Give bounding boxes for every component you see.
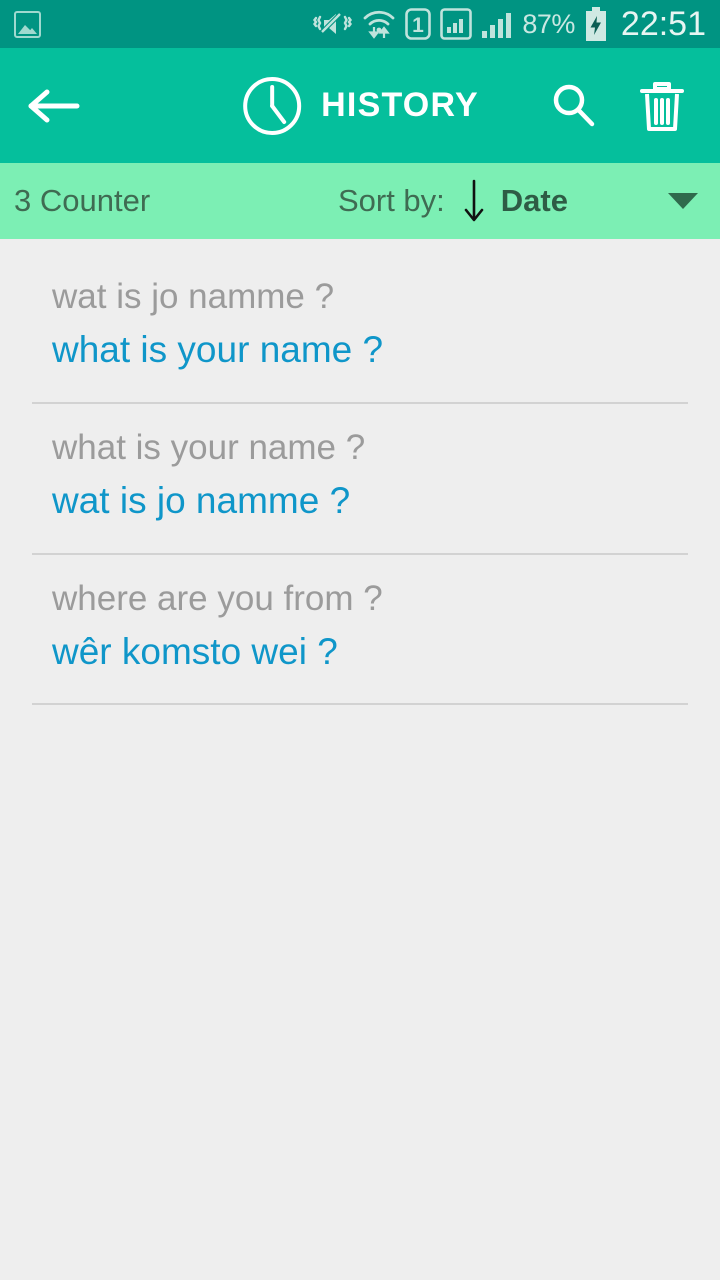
page-title: HISTORY bbox=[321, 86, 479, 124]
photo-icon bbox=[14, 10, 41, 38]
history-item[interactable]: what is your name ? wat is jo namme ? bbox=[0, 404, 720, 555]
sim-card-1-icon: 1 bbox=[405, 8, 432, 40]
history-item-source-text: what is your name ? bbox=[52, 427, 366, 467]
counter-label: 3 Counter bbox=[14, 183, 151, 218]
chevron-down-icon[interactable] bbox=[668, 193, 698, 209]
history-item-source-text: wat is jo namme ? bbox=[52, 277, 335, 316]
history-item-source-text: where are you from ? bbox=[52, 578, 383, 618]
phone-screen: 1 87% 22:51 HISTORY 3 Counter Sort by: D… bbox=[0, 0, 720, 1280]
list-divider bbox=[32, 703, 688, 706]
signal-bars-boxed-icon bbox=[440, 8, 473, 40]
arrow-left-icon bbox=[28, 89, 80, 122]
back-button[interactable] bbox=[22, 75, 84, 137]
status-bar-notifications bbox=[14, 10, 41, 38]
status-bar-clock: 22:51 bbox=[620, 4, 706, 43]
delete-all-button[interactable] bbox=[634, 78, 690, 134]
battery-charging-icon bbox=[585, 7, 606, 41]
arrow-down-icon bbox=[464, 179, 484, 222]
history-list: wat is jo namme ? what is your name ? wh… bbox=[0, 239, 720, 706]
wifi-transfer-icon bbox=[363, 10, 395, 39]
app-bar-actions bbox=[546, 78, 720, 134]
vibrate-mute-icon bbox=[313, 12, 353, 34]
sort-direction-button[interactable] bbox=[461, 177, 487, 225]
history-item[interactable]: where are you from ? wêr komsto wei ? bbox=[0, 555, 720, 706]
svg-text:1: 1 bbox=[413, 14, 425, 37]
status-bar: 1 87% 22:51 bbox=[0, 0, 720, 48]
search-button[interactable] bbox=[546, 78, 602, 134]
trash-icon bbox=[640, 81, 684, 131]
status-bar-system-icons: 1 87% 22:51 bbox=[313, 5, 706, 44]
sort-control-group[interactable]: Sort by: Date bbox=[338, 177, 698, 225]
search-icon bbox=[553, 84, 595, 126]
history-item-target-text: what is your name ? bbox=[52, 329, 384, 371]
app-bar-title-block: HISTORY bbox=[241, 75, 479, 137]
signal-bars-icon bbox=[482, 13, 512, 38]
app-bar: HISTORY bbox=[0, 48, 720, 163]
sort-bar: 3 Counter Sort by: Date bbox=[0, 163, 720, 239]
battery-percent-label: 87% bbox=[522, 8, 575, 39]
history-item[interactable]: wat is jo namme ? what is your name ? bbox=[0, 253, 720, 404]
sort-value-label[interactable]: Date bbox=[501, 183, 568, 219]
history-item-target-text: wêr komsto wei ? bbox=[52, 630, 338, 672]
clock-icon bbox=[243, 76, 302, 135]
sort-by-label: Sort by: bbox=[337, 183, 445, 218]
history-item-target-text: wat is jo namme ? bbox=[52, 480, 351, 522]
